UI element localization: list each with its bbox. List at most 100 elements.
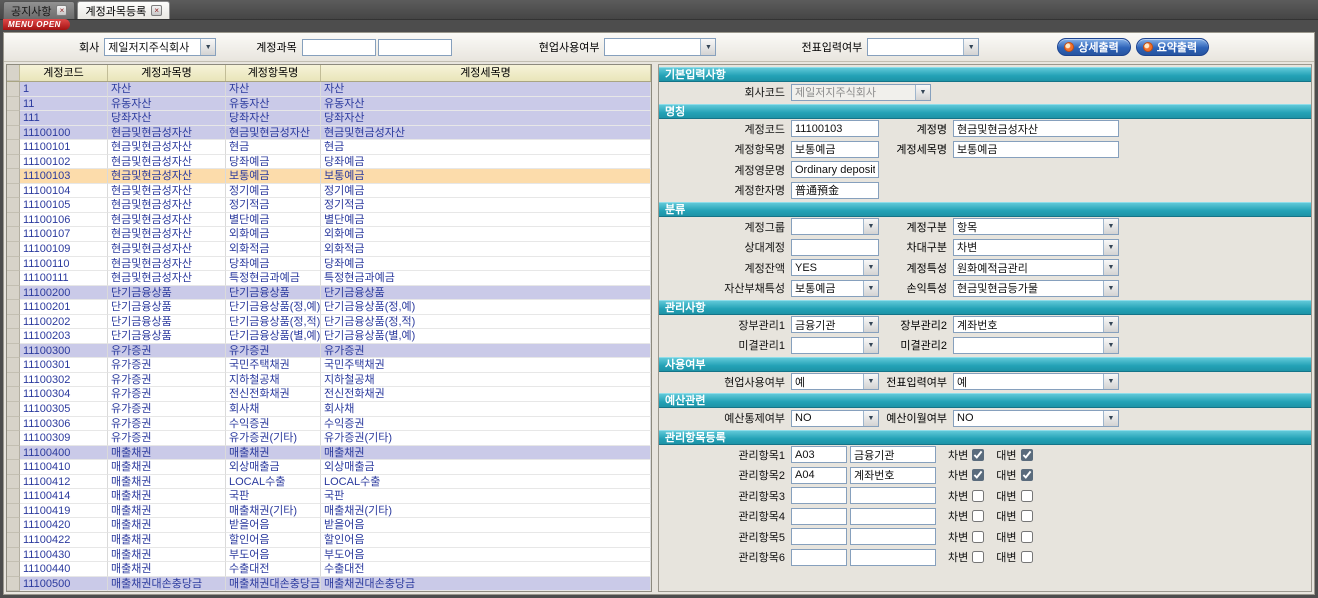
mgmt-name-input[interactable]: [850, 508, 936, 525]
debit-checkbox[interactable]: [972, 531, 984, 543]
row-selector[interactable]: [7, 242, 20, 257]
credit-checkbox[interactable]: [1021, 469, 1033, 481]
table-row[interactable]: 11100202단기금융상품단기금융상품(정,적)단기금융상품(정,적): [7, 315, 651, 330]
select-field[interactable]: ▼: [953, 337, 1119, 354]
mgmt-name-input[interactable]: [850, 446, 936, 463]
table-row[interactable]: 11100302유가증권지하철공채지하철공채: [7, 373, 651, 388]
row-selector[interactable]: [7, 387, 20, 402]
table-row[interactable]: 11100300유가증권유가증권유가증권: [7, 344, 651, 359]
row-selector[interactable]: [7, 504, 20, 519]
select-field[interactable]: YES▼: [791, 259, 879, 276]
row-selector[interactable]: [7, 489, 20, 504]
mgmt-name-input[interactable]: [850, 549, 936, 566]
table-row[interactable]: 11100414매출채권국판국판: [7, 489, 651, 504]
input-field[interactable]: [791, 120, 879, 137]
account-code-input[interactable]: [302, 39, 376, 56]
debit-checkbox[interactable]: [972, 490, 984, 502]
mgmt-name-input[interactable]: [850, 467, 936, 484]
table-row[interactable]: 11100305유가증권회사채회사채: [7, 402, 651, 417]
row-selector[interactable]: [7, 271, 20, 286]
row-selector[interactable]: [7, 97, 20, 112]
mgmt-code-input[interactable]: [791, 487, 847, 504]
debit-checkbox[interactable]: [972, 449, 984, 461]
detail-print-button[interactable]: 상세출력: [1057, 38, 1130, 56]
select-field[interactable]: 차변▼: [953, 239, 1119, 256]
table-row[interactable]: 11100304유가증권전신전화채권전신전화채권: [7, 387, 651, 402]
select-field[interactable]: 항목▼: [953, 218, 1119, 235]
row-selector[interactable]: [7, 518, 20, 533]
mgmt-code-input[interactable]: [791, 446, 847, 463]
row-selector[interactable]: [7, 548, 20, 563]
table-row[interactable]: 11100101현금및현금성자산현금현금: [7, 140, 651, 155]
input-field[interactable]: [791, 239, 879, 256]
table-row[interactable]: 11100100현금및현금성자산현금및현금성자산현금및현금성자산: [7, 126, 651, 141]
row-selector[interactable]: [7, 82, 20, 97]
table-row[interactable]: 111당좌자산당좌자산당좌자산: [7, 111, 651, 126]
row-selector[interactable]: [7, 460, 20, 475]
select-field[interactable]: 원화예적금관리▼: [953, 259, 1119, 276]
row-selector[interactable]: [7, 431, 20, 446]
row-selector[interactable]: [7, 213, 20, 228]
table-row[interactable]: 11100500매출채권대손충당금매출채권대손충당금매출채권대손충당금: [7, 577, 651, 591]
tab-account-register[interactable]: 계정과목등록 ×: [77, 1, 170, 19]
header-item-name[interactable]: 계정항목명: [226, 65, 321, 81]
company-select[interactable]: 제일저지주식회사 ▼: [104, 38, 216, 56]
select-field[interactable]: 계좌번호▼: [953, 316, 1119, 333]
table-row[interactable]: 11100110현금및현금성자산당좌예금당좌예금: [7, 257, 651, 272]
debit-checkbox[interactable]: [972, 551, 984, 563]
row-selector[interactable]: [7, 373, 20, 388]
row-selector[interactable]: [7, 111, 20, 126]
input-field[interactable]: [953, 120, 1119, 137]
close-icon[interactable]: ×: [56, 5, 67, 16]
row-selector[interactable]: [7, 227, 20, 242]
row-selector[interactable]: [7, 315, 20, 330]
row-selector[interactable]: [7, 475, 20, 490]
tab-notice[interactable]: 공지사항 ×: [3, 1, 75, 19]
mgmt-code-input[interactable]: [791, 549, 847, 566]
slip-select[interactable]: ▼: [867, 38, 979, 56]
row-selector[interactable]: [7, 140, 20, 155]
row-selector[interactable]: [7, 286, 20, 301]
table-row[interactable]: 11100104현금및현금성자산정기예금정기예금: [7, 184, 651, 199]
table-row[interactable]: 11100109현금및현금성자산외화적금외화적금: [7, 242, 651, 257]
mgmt-name-input[interactable]: [850, 528, 936, 545]
table-row[interactable]: 11100422매출채권할인어음할인어음: [7, 533, 651, 548]
input-field[interactable]: [953, 141, 1119, 158]
mgmt-name-input[interactable]: [850, 487, 936, 504]
debit-checkbox[interactable]: [972, 510, 984, 522]
select-field[interactable]: 제일저지주식회사▼: [791, 84, 931, 101]
row-selector[interactable]: [7, 358, 20, 373]
row-selector[interactable]: [7, 169, 20, 184]
row-selector[interactable]: [7, 446, 20, 461]
close-icon[interactable]: ×: [151, 5, 162, 16]
select-field[interactable]: 현금및현금등가물▼: [953, 280, 1119, 297]
account-name-input[interactable]: [378, 39, 452, 56]
credit-checkbox[interactable]: [1021, 449, 1033, 461]
field-use-select[interactable]: ▼: [604, 38, 716, 56]
credit-checkbox[interactable]: [1021, 510, 1033, 522]
header-detail-name[interactable]: 계정세목명: [321, 65, 651, 81]
table-row[interactable]: 11100106현금및현금성자산별단예금별단예금: [7, 213, 651, 228]
row-selector[interactable]: [7, 155, 20, 170]
summary-print-button[interactable]: 요약출력: [1136, 38, 1209, 56]
row-selector[interactable]: [7, 402, 20, 417]
table-row[interactable]: 11100430매출채권부도어음부도어음: [7, 548, 651, 563]
row-selector[interactable]: [7, 417, 20, 432]
row-selector[interactable]: [7, 184, 20, 199]
row-selector[interactable]: [7, 257, 20, 272]
table-row[interactable]: 11유동자산유동자산유동자산: [7, 97, 651, 112]
row-selector[interactable]: [7, 329, 20, 344]
select-field[interactable]: ▼: [791, 218, 879, 235]
row-selector[interactable]: [7, 126, 20, 141]
select-field[interactable]: 예▼: [791, 373, 879, 390]
table-row[interactable]: 11100440매출채권수출대전수출대전: [7, 562, 651, 577]
table-row[interactable]: 11100107현금및현금성자산외화예금외화예금: [7, 227, 651, 242]
input-field[interactable]: [791, 182, 879, 199]
mgmt-code-input[interactable]: [791, 528, 847, 545]
select-field[interactable]: 보통예금▼: [791, 280, 879, 297]
table-row[interactable]: 11100400매출채권매출채권매출채권: [7, 446, 651, 461]
select-field[interactable]: NO▼: [791, 410, 879, 427]
header-account-name[interactable]: 계정과목명: [108, 65, 226, 81]
row-selector[interactable]: [7, 344, 20, 359]
table-row[interactable]: 11100200단기금융상품단기금융상품단기금융상품: [7, 286, 651, 301]
